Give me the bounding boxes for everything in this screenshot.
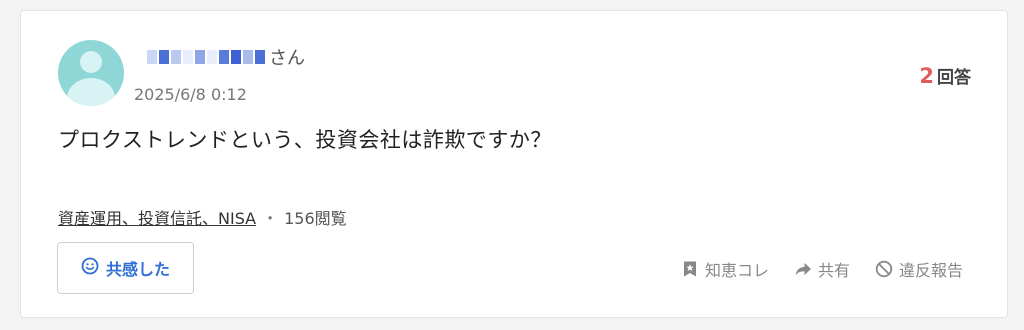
smile-icon <box>81 257 99 279</box>
post-date: 2025/6/8 0:12 <box>134 85 247 104</box>
chiebukuro-collection-button[interactable]: 知恵コレ <box>681 257 769 281</box>
username-suffix: さん <box>269 48 305 69</box>
prohibited-icon <box>875 260 893 278</box>
tag-separator: ・ <box>262 209 279 228</box>
bookmark-star-icon <box>681 260 699 278</box>
share-label: 共有 <box>817 261 850 280</box>
action-bar: 知恵コレ 共有 違反報告 <box>681 257 963 281</box>
tags-row: 資産運用、投資信託、NISA ・ 156閲覧 <box>58 205 347 229</box>
username-row: さん <box>147 45 305 69</box>
report-label: 違反報告 <box>898 261 963 280</box>
username-mosaic <box>147 50 265 64</box>
empathy-button[interactable]: 共感した <box>57 242 194 294</box>
share-button[interactable]: 共有 <box>794 257 850 281</box>
avatar-head <box>80 51 102 73</box>
avatar[interactable] <box>58 40 124 106</box>
answer-count-unit: 回答 <box>937 68 971 88</box>
question-text: プロクストレンドという、投資会社は詐欺ですか？ <box>58 128 552 152</box>
chiebukuro-label: 知恵コレ <box>704 261 769 280</box>
answer-count-number: 2 <box>919 64 934 88</box>
avatar-shoulders <box>67 78 115 106</box>
category-link[interactable]: 資産運用、投資信託、NISA <box>58 205 256 229</box>
answer-count[interactable]: 2 回答 <box>919 63 971 88</box>
empathy-label: 共感した <box>105 260 170 279</box>
question-card: さん 2025/6/8 0:12 2 回答 プロクストレンドという、投資会社は詐… <box>20 10 1008 318</box>
share-arrow-icon <box>794 260 812 278</box>
report-button[interactable]: 違反報告 <box>875 257 963 281</box>
view-count: 156閲覧 <box>284 209 347 228</box>
